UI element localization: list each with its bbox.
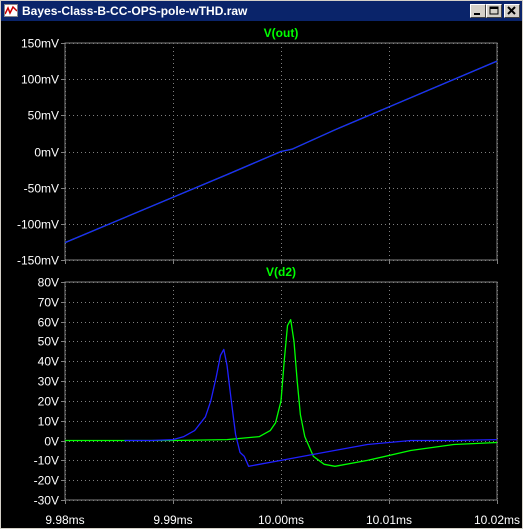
y-tick-label: 50mV	[28, 109, 59, 123]
y-tick-label: 70V	[38, 296, 59, 310]
title-bar[interactable]: Bayes-Class-B-CC-OPS-pole-wTHD.raw	[1, 1, 522, 21]
minimize-icon	[474, 13, 480, 15]
trace-title[interactable]: V(out)	[264, 26, 299, 40]
y-tick-label: 10V	[38, 415, 59, 429]
y-tick-label: 80V	[38, 276, 59, 290]
y-tick-label: -150mV	[17, 254, 59, 268]
y-tick-label: 20V	[38, 395, 59, 409]
x-tick-label: 9.99ms	[153, 513, 192, 527]
y-tick-label: 0V	[44, 435, 59, 449]
y-tick-label: -20V	[34, 474, 59, 488]
x-tick-label: 10.01ms	[366, 513, 412, 527]
y-tick-label: -100mV	[17, 218, 59, 232]
y-tick-label: -30V	[34, 494, 59, 508]
close-icon	[507, 6, 516, 15]
y-tick-label: 40V	[38, 355, 59, 369]
maximize-icon	[489, 6, 499, 15]
y-tick-label: 50V	[38, 335, 59, 349]
y-tick-label: 150mV	[21, 37, 59, 51]
waveform-app-icon	[4, 4, 18, 17]
x-tick-label: 10.02ms	[474, 513, 520, 527]
maximize-button[interactable]	[486, 4, 502, 18]
waveform-plot-area[interactable]: 150mV 100mV 50mV 0mV -50mV -100mV -150mV V(out)…	[1, 21, 522, 528]
y-tick-label: 30V	[38, 375, 59, 389]
minimize-button[interactable]	[470, 4, 486, 18]
window-title: Bayes-Class-B-CC-OPS-pole-wTHD.raw	[22, 4, 248, 18]
y-tick-label: 100mV	[21, 73, 59, 87]
x-tick-label: 9.98ms	[45, 513, 84, 527]
plot-background	[1, 21, 522, 528]
x-tick-label: 10.00ms	[258, 513, 304, 527]
close-button[interactable]	[504, 4, 520, 18]
y-tick-label: 60V	[38, 316, 59, 330]
trace-title[interactable]: V(d2)	[266, 265, 296, 279]
y-tick-label: -50mV	[24, 182, 59, 196]
y-tick-label: 0mV	[34, 146, 59, 160]
y-tick-label: -10V	[34, 454, 59, 468]
waveform-viewer-window: Bayes-Class-B-CC-OPS-pole-wTHD.raw 150mV…	[0, 0, 523, 529]
